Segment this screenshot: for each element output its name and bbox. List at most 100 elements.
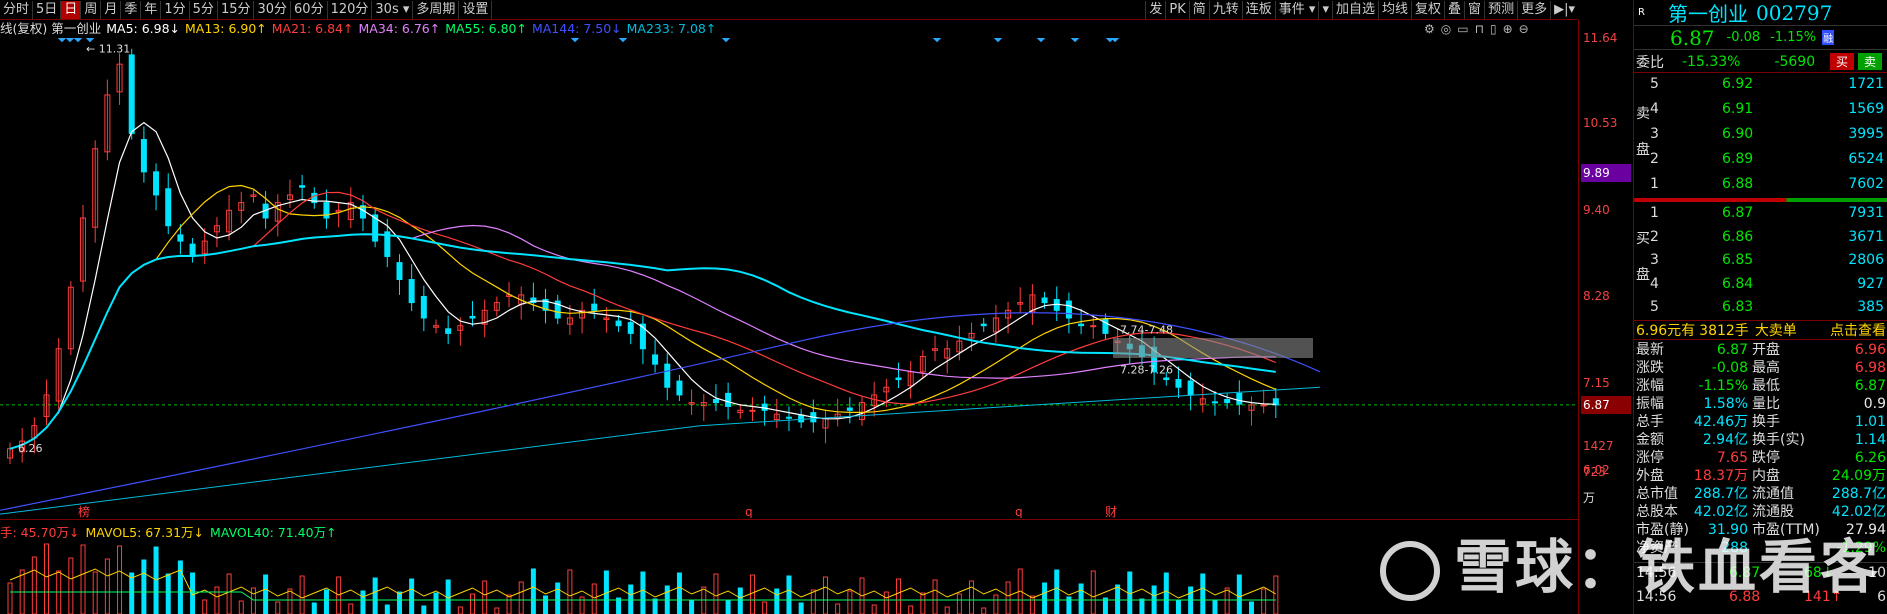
candle-body-34[interactable] xyxy=(420,295,427,319)
period-tab-13[interactable]: 30s ▾ xyxy=(372,0,414,19)
candle-body-54[interactable] xyxy=(664,363,671,388)
toolbar-item-7[interactable]: 加自选 xyxy=(1331,0,1378,19)
candle-body-85[interactable] xyxy=(1041,297,1048,304)
zoom-out-icon[interactable]: ⊖ xyxy=(1519,22,1529,36)
period-tab-8[interactable]: 5分 xyxy=(190,0,218,19)
bottom-marker-3[interactable]: 财 xyxy=(1105,505,1117,518)
candle-body-80[interactable] xyxy=(980,323,987,327)
period-tab-15[interactable]: 设置 xyxy=(459,0,493,19)
candle-body-69[interactable] xyxy=(846,407,853,411)
bid-price-2[interactable]: 6.85 xyxy=(1722,252,1753,268)
candle-body-15[interactable] xyxy=(189,243,196,257)
candle-body-26[interactable] xyxy=(323,202,330,219)
candle-body-59[interactable] xyxy=(725,392,732,407)
bookmark-icon[interactable]: ▯ xyxy=(1490,22,1497,36)
candle-body-65[interactable] xyxy=(798,414,805,423)
candle-body-53[interactable] xyxy=(652,354,659,365)
candle-body-97[interactable] xyxy=(1187,380,1194,396)
ask-price-0[interactable]: 6.92 xyxy=(1722,76,1753,92)
ask-price-1[interactable]: 6.91 xyxy=(1722,101,1753,117)
event-marker-1[interactable] xyxy=(65,38,75,43)
candle-body-89[interactable] xyxy=(1090,325,1097,328)
bottom-marker-0[interactable]: 榜 xyxy=(78,504,90,518)
event-marker-10[interactable] xyxy=(1070,38,1080,43)
ask-price-3[interactable]: 6.89 xyxy=(1722,151,1753,167)
bid-price-3[interactable]: 6.84 xyxy=(1722,276,1753,292)
toolbar-item-13[interactable]: 更多 xyxy=(1517,0,1550,19)
zoom-in-icon[interactable]: ⊕ xyxy=(1503,22,1513,36)
lock-icon[interactable]: ⊓ xyxy=(1475,22,1484,36)
period-tab-6[interactable]: 年 xyxy=(141,0,162,19)
candle-body-50[interactable] xyxy=(615,320,622,327)
toolbar-item-1[interactable]: PK xyxy=(1165,0,1188,19)
event-marker-4[interactable] xyxy=(570,38,580,43)
period-tab-10[interactable]: 30分 xyxy=(254,0,292,19)
ask-price-4[interactable]: 6.88 xyxy=(1722,176,1753,192)
period-tab-5[interactable]: 季 xyxy=(121,0,142,19)
period-tab-11[interactable]: 60分 xyxy=(291,0,328,19)
candle-body-88[interactable] xyxy=(1078,323,1085,327)
candle-body-24[interactable] xyxy=(299,185,306,188)
toolbar-item-4[interactable]: 连板 xyxy=(1241,0,1275,19)
event-marker-8[interactable] xyxy=(993,38,1003,43)
toolbar-item-8[interactable]: 均线 xyxy=(1378,0,1411,19)
period-tab-9[interactable]: 15分 xyxy=(218,0,255,19)
candle-body-12[interactable] xyxy=(153,171,160,196)
buy-button[interactable]: 买 xyxy=(1829,53,1854,70)
event-marker-5[interactable] xyxy=(618,38,628,43)
candle-body-32[interactable] xyxy=(396,262,403,281)
sell-button[interactable]: 卖 xyxy=(1857,53,1882,70)
event-marker-2[interactable] xyxy=(73,38,83,43)
candle-body-100[interactable] xyxy=(1224,399,1231,404)
period-tab-2[interactable]: 日 xyxy=(61,0,82,19)
toolbar-item-5[interactable]: 事件 ▾ xyxy=(1274,0,1319,19)
period-tab-14[interactable]: 多周期 xyxy=(413,0,460,19)
bottom-marker-1[interactable]: q xyxy=(745,505,753,518)
eye-icon[interactable]: ◎ xyxy=(1441,22,1451,36)
candle-body-48[interactable] xyxy=(591,303,598,311)
period-tab-4[interactable]: 月 xyxy=(101,0,122,19)
candle-body-13[interactable] xyxy=(165,188,172,227)
candle-body-10[interactable] xyxy=(128,54,135,134)
bid-price-0[interactable]: 6.87 xyxy=(1722,205,1753,221)
candle-body-58[interactable] xyxy=(712,399,719,404)
candle-body-64[interactable] xyxy=(785,416,792,419)
bid-price-4[interactable]: 6.83 xyxy=(1722,299,1753,315)
toolbar-item-11[interactable]: 窗 xyxy=(1464,0,1484,19)
candle-body-11[interactable] xyxy=(140,139,147,173)
toolbar-item-10[interactable]: 叠 xyxy=(1444,0,1464,19)
candle-body-101[interactable] xyxy=(1236,392,1243,405)
candle-body-51[interactable] xyxy=(627,322,634,334)
candle-body-36[interactable] xyxy=(445,328,452,334)
bid-price-1[interactable]: 6.86 xyxy=(1722,229,1753,245)
period-tab-0[interactable]: 分时 xyxy=(0,0,34,19)
candle-body-61[interactable] xyxy=(749,409,756,412)
toolbar-item-14[interactable]: ▶|▾ xyxy=(1550,0,1578,19)
toolbar-item-2[interactable]: 简 xyxy=(1188,0,1209,19)
candle-body-103[interactable] xyxy=(1260,404,1267,407)
candle-body-55[interactable] xyxy=(676,380,683,396)
toolbar-item-6[interactable]: ▾ xyxy=(1318,0,1332,19)
toolbar-item-12[interactable]: 预测 xyxy=(1484,0,1517,19)
candle-body-14[interactable] xyxy=(177,234,184,242)
candlestick-chart[interactable]: ← 11.31 6.26 7.74-7.48 7.28-7.26 榜 q q 财 xyxy=(0,38,1578,518)
volume-chart[interactable] xyxy=(0,538,1578,614)
candle-body-38[interactable] xyxy=(469,315,476,319)
candle-body-73[interactable] xyxy=(895,377,902,381)
toolbar-item-9[interactable]: 复权 xyxy=(1411,0,1444,19)
candle-body-87[interactable] xyxy=(1065,300,1072,319)
candle-body-96[interactable] xyxy=(1175,379,1182,388)
trash-icon[interactable]: ▭ xyxy=(1457,22,1468,36)
period-tab-12[interactable]: 120分 xyxy=(328,0,373,19)
settings-icon[interactable]: ⚙ xyxy=(1424,22,1435,36)
candle-body-33[interactable] xyxy=(408,279,415,304)
event-marker-3[interactable] xyxy=(85,38,95,43)
period-tab-1[interactable]: 5日 xyxy=(33,0,62,19)
event-marker-0[interactable] xyxy=(57,38,67,43)
event-marker-9[interactable] xyxy=(1036,38,1046,43)
candle-body-99[interactable] xyxy=(1211,401,1218,404)
period-tab-3[interactable]: 周 xyxy=(81,0,102,19)
candle-body-95[interactable] xyxy=(1163,377,1170,381)
period-tab-7[interactable]: 1分 xyxy=(161,0,190,19)
toolbar-item-0[interactable]: 发 xyxy=(1145,0,1165,19)
